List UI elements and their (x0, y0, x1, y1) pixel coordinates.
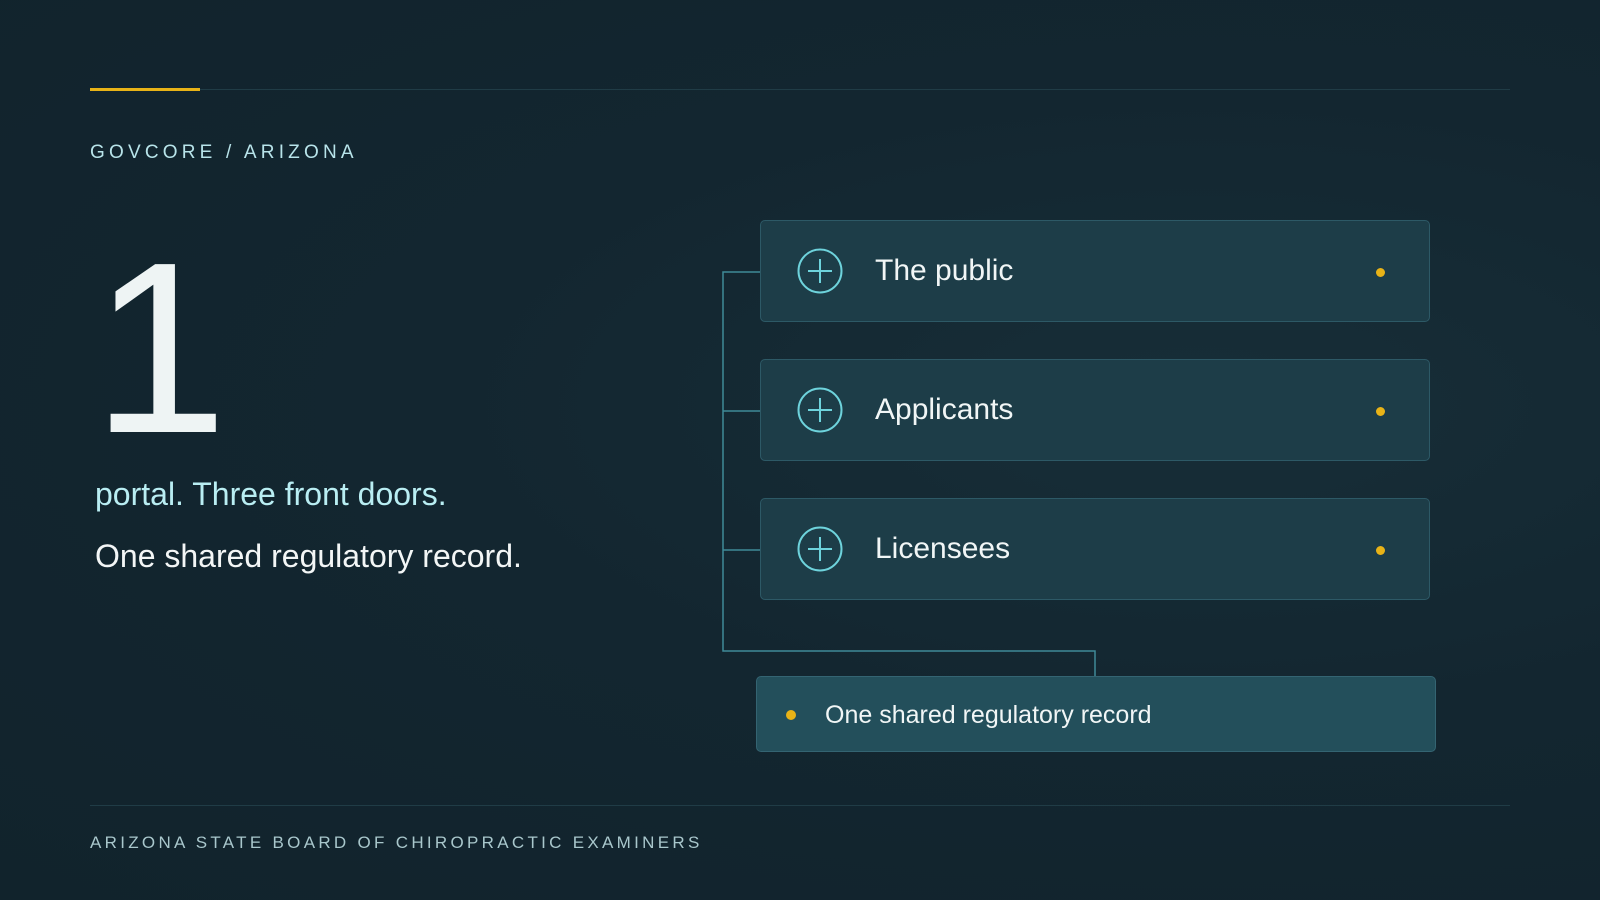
plus-circle-icon (797, 387, 843, 433)
door-card-licensees: Licensees (760, 498, 1430, 600)
status-dot (1376, 407, 1385, 416)
shared-record-card: One shared regulatory record (756, 676, 1436, 752)
record-dot (786, 710, 796, 720)
bottom-rule (90, 805, 1510, 806)
plus-circle-icon (797, 526, 843, 572)
status-dot (1376, 546, 1385, 555)
plus-circle-icon (797, 248, 843, 294)
connector-main (722, 271, 1096, 676)
door-label: The public (875, 254, 1014, 287)
door-card-public: The public (760, 220, 1430, 322)
door-card-applicants: Applicants (760, 359, 1430, 461)
status-dot (1376, 268, 1385, 277)
door-label: Applicants (875, 393, 1014, 426)
footer-org-name: ARIZONA STATE BOARD OF CHIROPRACTIC EXAM… (90, 833, 703, 852)
door-label: Licensees (875, 532, 1011, 565)
record-label: One shared regulatory record (825, 701, 1152, 729)
